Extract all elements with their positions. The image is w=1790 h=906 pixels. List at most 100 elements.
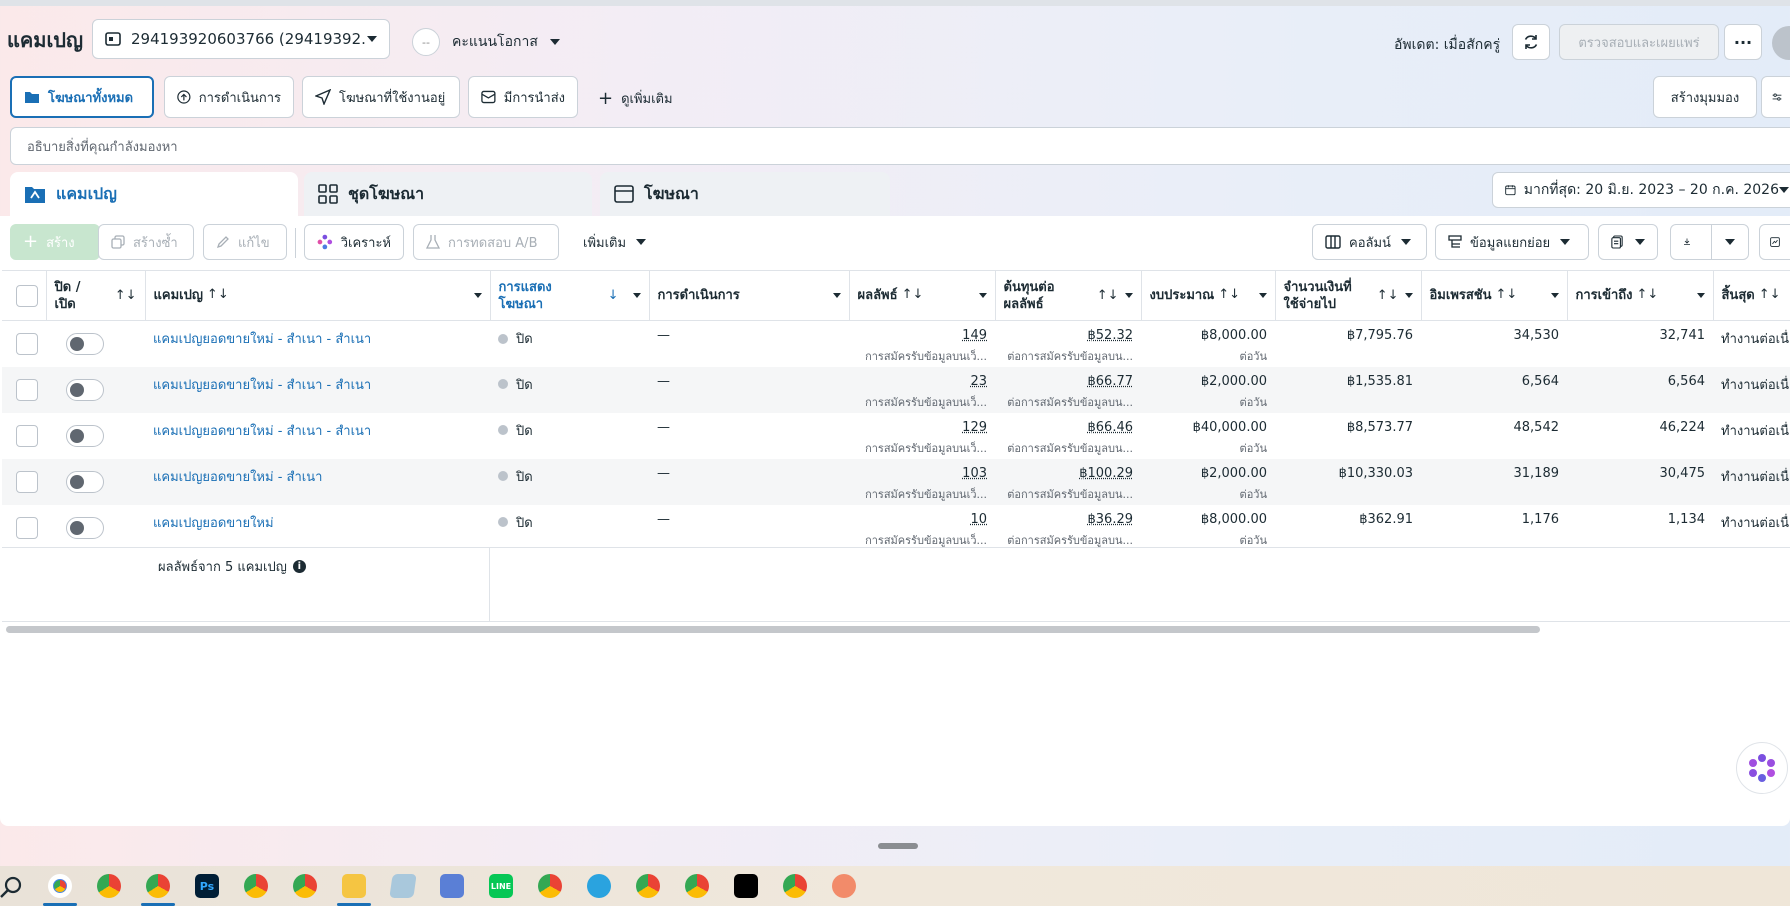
avatar[interactable] — [1772, 26, 1790, 60]
ai-assistant-button[interactable] — [1736, 742, 1788, 794]
campaign-toggle[interactable] — [66, 516, 104, 539]
create-button[interactable]: + สร้าง — [10, 224, 100, 260]
toggle-header[interactable]: ปิด / เปิด ↑↓ — [46, 270, 146, 321]
chrome-icon[interactable] — [293, 874, 317, 898]
cpr-value[interactable]: ฿66.77 — [1003, 374, 1134, 389]
campaign-toggle[interactable] — [66, 333, 104, 355]
photoshop-icon[interactable]: Ps — [195, 874, 219, 898]
cpr-header[interactable]: ต้นทุนต่อ ผลลัพธ์ ↑↓ — [995, 270, 1142, 321]
cpr-value[interactable]: ฿100.29 — [1003, 466, 1133, 481]
review-publish-button[interactable]: ตรวจสอบและเผยแพร่ — [1559, 24, 1719, 60]
date-range-picker[interactable]: มากที่สุด: 20 มิ.ย. 2023 – 20 ก.ค. 2026 — [1492, 172, 1790, 208]
tab-campaigns[interactable]: แคมเปญ — [10, 172, 298, 216]
table-row[interactable]: แคมเปญยอดขายใหม่ - สำเนา ปิด — 103 การสมัครร… — [2, 458, 1790, 505]
edit-button[interactable]: แก้ไข — [203, 224, 287, 260]
reports-button[interactable] — [1598, 224, 1658, 260]
more-actions-button[interactable]: เพิ่มเติม — [570, 224, 662, 260]
ab-test-button[interactable]: การทดสอบ A/B — [413, 224, 559, 260]
result-value[interactable]: 103 — [857, 466, 987, 481]
see-more-filters[interactable]: + ดูเพิ่มเติม — [598, 88, 673, 109]
account-selector[interactable]: 294193920603766 (29419392... — [92, 19, 390, 59]
campaign-name-link[interactable]: แคมเปญยอดขายใหม่ - สำเนา - สำเนา — [153, 424, 371, 439]
result-value[interactable]: 23 — [857, 374, 987, 389]
budget-value[interactable]: ฿2,000.00 — [1149, 466, 1267, 481]
table-row[interactable]: แคมเปญยอดขายใหม่ ปิด — 10 การสมัครรับข้อมูลบ… — [2, 505, 1790, 551]
filter-delivering[interactable]: มีการนำส่ง — [468, 76, 578, 118]
delivery-header[interactable]: การแสดง โฆษณา ↓ — [490, 270, 650, 321]
chrome-icon[interactable] — [48, 874, 72, 898]
opportunity-score[interactable]: -- คะแนนโอกาส — [412, 28, 560, 56]
table-row[interactable]: แคมเปญยอดขายใหม่ - สำเนา - สำเนา ปิด — 149 ก… — [2, 321, 1790, 367]
duplicate-label: สร้างซ้ำ — [133, 235, 178, 251]
duplicate-button[interactable]: สร้างซ้ำ — [98, 224, 194, 260]
resize-handle[interactable] — [878, 843, 918, 849]
horizontal-scrollbar[interactable] — [6, 626, 1540, 633]
select-all-checkbox[interactable] — [16, 284, 38, 307]
breakdown-button[interactable]: ข้อมูลแยกย่อย — [1435, 224, 1589, 260]
row-checkbox[interactable] — [16, 516, 38, 539]
row-checkbox[interactable] — [16, 333, 38, 355]
filter-active-ads[interactable]: โฆษณาที่ใช้งานอยู่ — [302, 76, 460, 118]
campaign-toggle[interactable] — [66, 378, 104, 401]
telegram-icon[interactable] — [587, 874, 611, 898]
export-menu-button[interactable] — [1711, 224, 1749, 260]
budget-value[interactable]: ฿8,000.00 — [1149, 328, 1267, 343]
file-explorer-icon[interactable] — [342, 874, 366, 898]
more-options-button[interactable]: ··· — [1724, 24, 1762, 60]
chrome-icon[interactable] — [636, 874, 660, 898]
cpr-value[interactable]: ฿66.46 — [1003, 420, 1134, 435]
snipping-tool-icon[interactable] — [832, 874, 856, 898]
filter-all-ads[interactable]: โฆษณาทั้งหมด — [10, 76, 154, 118]
budget-value[interactable]: ฿40,000.00 — [1149, 420, 1267, 435]
analyze-button[interactable]: วิเคราะห์ — [304, 224, 404, 260]
campaign-name-link[interactable]: แคมเปญยอดขายใหม่ - สำเนา - สำเนา — [153, 378, 371, 393]
row-checkbox[interactable] — [16, 424, 38, 447]
refresh-button[interactable] — [1512, 24, 1550, 60]
charts-button[interactable] — [1759, 224, 1790, 260]
search-icon[interactable] — [0, 876, 22, 898]
campaign-name-link[interactable]: แคมเปญยอดขายใหม่ — [153, 516, 274, 531]
export-button[interactable] — [1670, 224, 1712, 260]
capcut-icon[interactable] — [734, 874, 758, 898]
network-icon[interactable] — [440, 874, 464, 898]
budget-header[interactable]: งบประมาณ ↑↓ — [1141, 270, 1276, 321]
info-icon[interactable]: i — [292, 560, 306, 573]
line-icon[interactable]: LINE — [489, 874, 513, 898]
impressions-header[interactable]: อิมเพรสชัน ↑↓ — [1421, 270, 1568, 321]
tab-ads[interactable]: โฆษณา — [600, 172, 890, 216]
columns-button[interactable]: คอลัมน์ — [1312, 224, 1427, 260]
chrome-icon[interactable] — [685, 874, 709, 898]
cpr-value[interactable]: ฿52.32 — [1003, 328, 1134, 343]
budget-value[interactable]: ฿8,000.00 — [1149, 512, 1267, 527]
tab-adsets[interactable]: ชุดโฆษณา — [304, 172, 592, 216]
reach-header[interactable]: การเข้าถึง ↑↓ — [1567, 270, 1714, 321]
spent-header[interactable]: จำนวนเงินที่ ใช้จ่ายไป ↑↓ — [1275, 270, 1422, 321]
actions-header[interactable]: การดำเนินการ — [649, 270, 850, 321]
row-checkbox[interactable] — [16, 470, 38, 493]
budget-value[interactable]: ฿2,000.00 — [1149, 374, 1267, 389]
table-row[interactable]: แคมเปญยอดขายใหม่ - สำเนา - สำเนา ปิด — 129 ก… — [2, 413, 1790, 459]
settings-button[interactable] — [1761, 76, 1790, 118]
table-row[interactable]: แคมเปญยอดขายใหม่ - สำเนา - สำเนา ปิด — 23 กา… — [2, 366, 1790, 413]
campaign-header[interactable]: แคมเปญ ↑↓ — [145, 270, 491, 321]
result-value[interactable]: 149 — [857, 328, 987, 343]
result-value[interactable]: 129 — [857, 420, 987, 435]
results-header[interactable]: ผลลัพธ์ ↑↓ — [849, 270, 996, 321]
notepad-icon[interactable] — [389, 874, 417, 898]
campaign-toggle[interactable] — [66, 470, 104, 493]
chrome-icon[interactable] — [97, 874, 121, 898]
chrome-icon[interactable] — [783, 874, 807, 898]
create-view-button[interactable]: สร้างมุมมอง — [1653, 76, 1757, 118]
filter-actions[interactable]: การดำเนินการ — [164, 76, 294, 118]
campaign-name-link[interactable]: แคมเปญยอดขายใหม่ - สำเนา - สำเนา — [153, 332, 371, 347]
campaign-toggle[interactable] — [66, 424, 104, 447]
campaign-name-link[interactable]: แคมเปญยอดขายใหม่ - สำเนา — [153, 470, 322, 485]
search-input[interactable]: อธิบายสิ่งที่คุณกำลังมองหา — [10, 127, 1790, 165]
result-value[interactable]: 10 — [857, 512, 987, 527]
cpr-value[interactable]: ฿36.29 — [1003, 512, 1134, 527]
chrome-icon[interactable] — [538, 874, 562, 898]
chrome-icon[interactable] — [244, 874, 268, 898]
ends-header[interactable]: สิ้นสุด ↑↓ — [1713, 270, 1790, 321]
chrome-icon[interactable] — [146, 874, 170, 898]
row-checkbox[interactable] — [16, 378, 38, 401]
